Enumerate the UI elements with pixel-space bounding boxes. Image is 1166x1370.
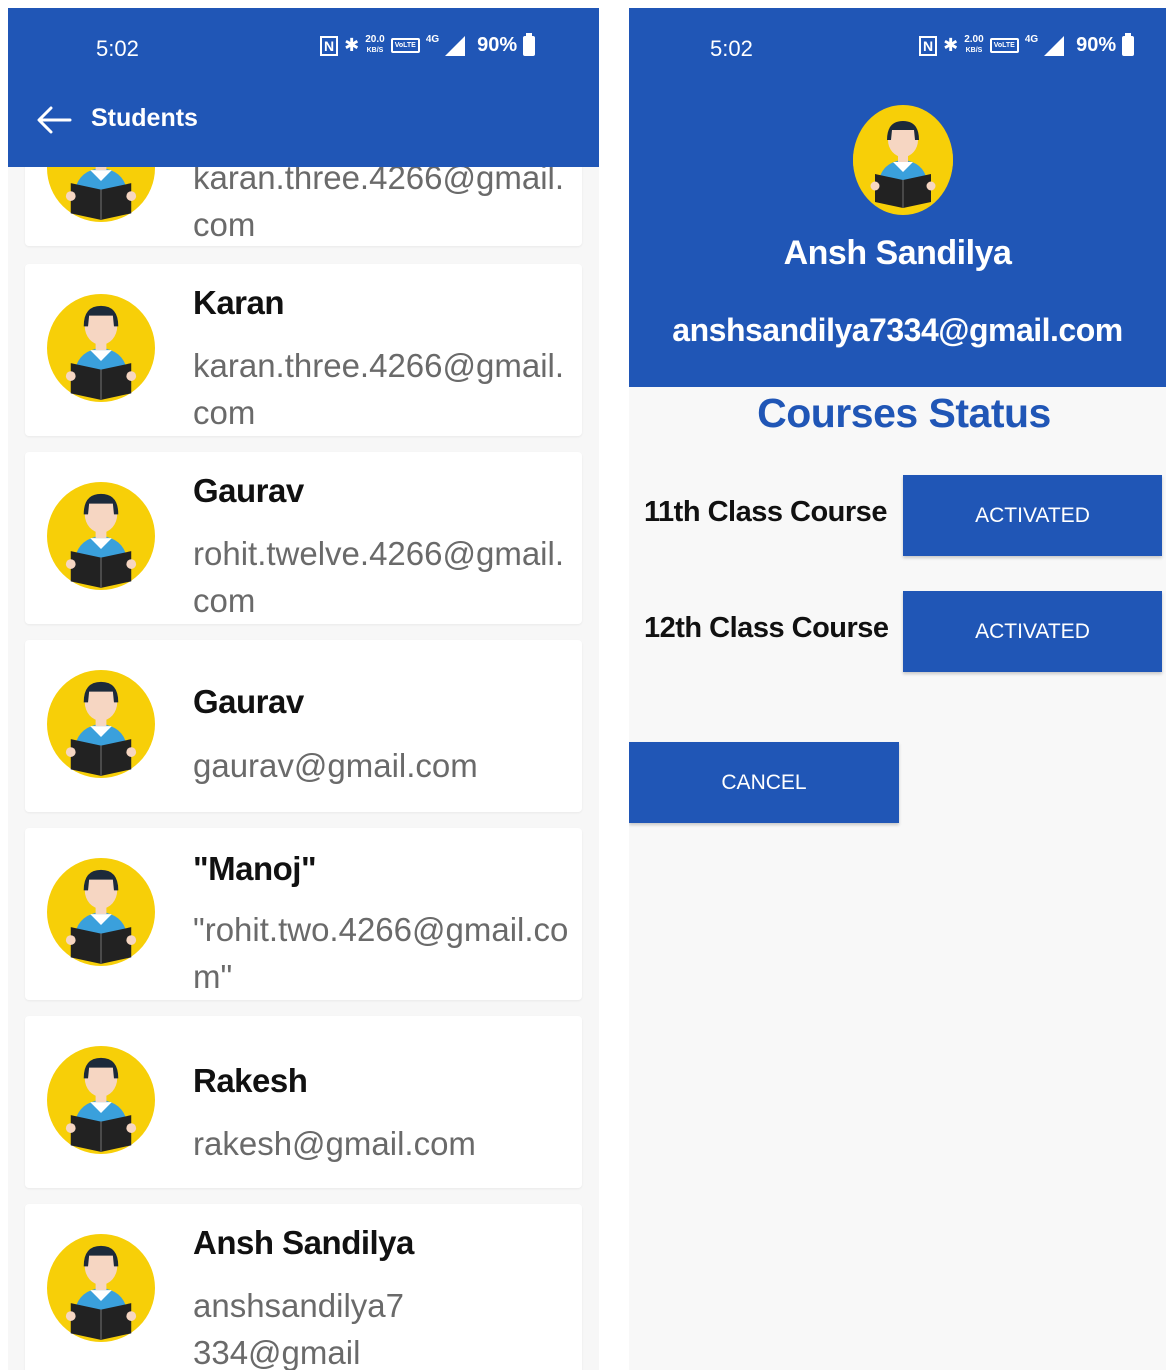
student-email: anshsandilya7334@gmail [193,1287,404,1370]
course-label: 12th Class Course [644,612,889,644]
profile-name: Ansh Sandilya [783,234,1012,272]
network-type: 4G [1024,34,1039,45]
student-detail-screen: 5:02 N ✱ 2.00 KB/S VoLTE 4G 90% Ansh San… [629,8,1166,1370]
student-email: gaurav@gmail.com [193,747,478,784]
status-bar: 5:02 N ✱ 20.0 KB/S VoLTE 4G 90% [8,8,599,88]
student-email: "rohit.two.4266@gmail.com" [193,911,569,995]
battery-icon [523,32,536,56]
students-screen: karan.three.4266@gmail.com Karan karan.t… [8,8,599,1370]
nfc-icon: N [320,35,339,56]
network-type: 4G [425,34,440,45]
student-avatar-icon [47,294,155,402]
student-card[interactable]: Ansh Sandilya anshsandilya7334@gmail [25,1204,582,1370]
course-status-button[interactable]: ACTIVATED [903,475,1162,556]
status-bar: 5:02 N ✱ 2.00 KB/S VoLTE 4G 90% [629,8,1166,88]
battery-icon [1122,32,1135,56]
status-time: 5:02 [710,36,753,61]
volte-icon: VoLTE [390,38,420,53]
student-name: Ansh Sandilya [193,1224,414,1261]
course-status-button[interactable]: ACTIVATED [903,591,1162,672]
back-arrow-icon[interactable] [36,106,72,134]
student-avatar-icon [47,858,155,966]
signal-icon [1044,35,1065,56]
status-icons: N ✱ 20.0 KB/S VoLTE 4G 90% [320,32,536,57]
status-icons: N ✱ 2.00 KB/S VoLTE 4G 90% [919,32,1135,57]
student-email: rakesh@gmail.com [193,1125,476,1162]
network-speed-unit: KB/S [366,47,384,54]
student-avatar-icon [47,1046,155,1154]
network-speed-unit: KB/S [965,47,983,54]
student-avatar-icon [47,670,155,778]
bluetooth-icon: ✱ [943,35,959,55]
student-name: Gaurav [193,472,304,509]
student-name: Karan [193,284,285,321]
profile-email: anshsandilya7334@gmail.com [672,312,1123,348]
student-card[interactable]: Rakesh rakesh@gmail.com [25,1016,582,1188]
page-title: Students [91,104,198,132]
battery-percent: 90% [1076,34,1117,56]
student-card[interactable]: Gaurav gaurav@gmail.com [25,640,582,812]
student-card[interactable]: "Manoj" "rohit.two.4266@gmail.com" [25,828,582,1000]
course-label: 11th Class Course [644,496,887,528]
student-name: Gaurav [193,683,304,720]
student-email: karan.three.4266@gmail.com [193,159,565,243]
student-avatar-icon [47,482,155,590]
volte-icon: VoLTE [989,38,1019,53]
student-name: Rakesh [193,1062,308,1099]
bluetooth-icon: ✱ [344,35,360,55]
network-speed: 20.0 KB/S [365,35,384,56]
cancel-button[interactable]: CANCEL [629,742,899,823]
nfc-icon: N [919,35,938,56]
student-card[interactable]: Karan karan.three.4266@gmail.com [25,264,582,436]
student-card[interactable]: Gaurav rohit.twelve.4266@gmail.com [25,452,582,624]
student-email: karan.three.4266@gmail.com [193,347,565,431]
student-email: rohit.twelve.4266@gmail.com [193,535,565,619]
network-speed-value: 20.0 [365,34,385,45]
profile-header: 5:02 N ✱ 2.00 KB/S VoLTE 4G 90% Ansh San… [629,8,1166,387]
student-name: "Manoj" [193,850,317,887]
student-avatar-icon [47,1234,155,1342]
signal-icon [445,35,466,56]
network-speed-value: 2.00 [964,34,984,45]
battery-percent: 90% [477,34,518,56]
courses-status-title: Courses Status [757,390,1051,436]
network-speed: 2.00 KB/S [964,35,983,56]
app-bar: 5:02 N ✱ 20.0 KB/S VoLTE 4G 90% Students [8,8,599,167]
profile-avatar-icon [853,105,953,215]
status-time: 5:02 [96,36,139,61]
